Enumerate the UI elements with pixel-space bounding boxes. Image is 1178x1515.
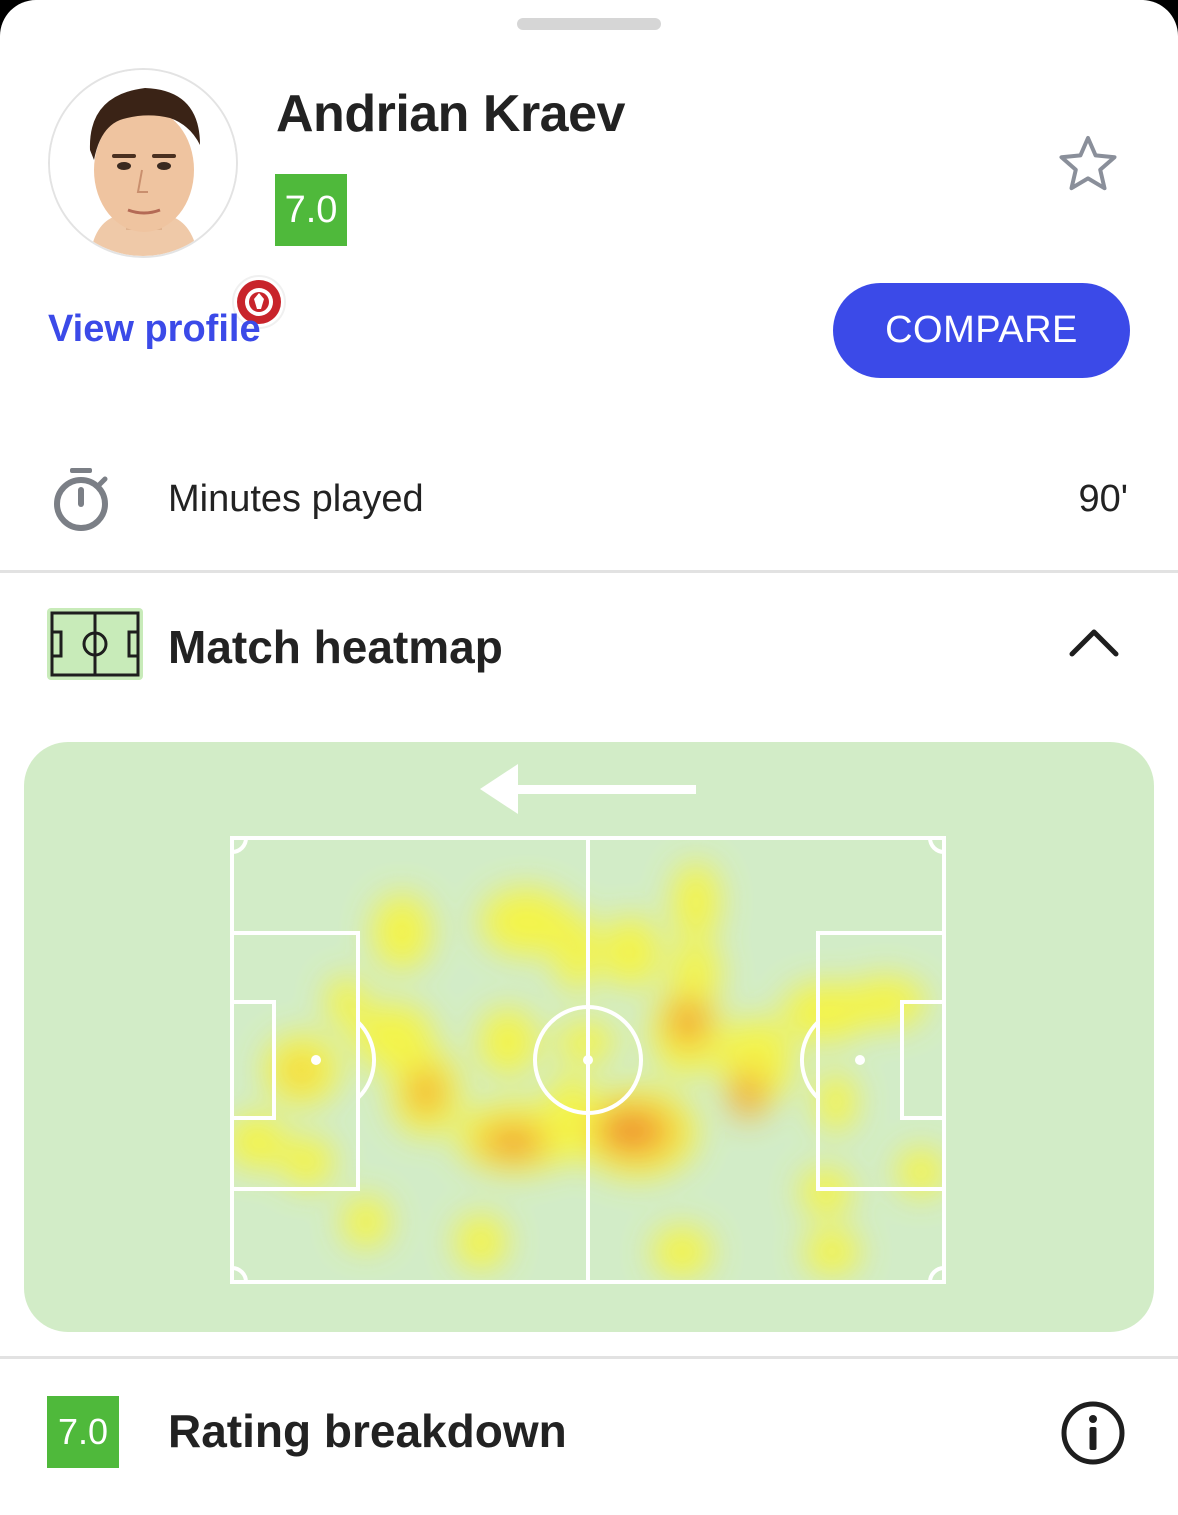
heatmap-pitch: [226, 832, 950, 1288]
chevron-up-icon[interactable]: [1066, 622, 1122, 662]
rating-breakdown-title[interactable]: Rating breakdown: [168, 1404, 567, 1458]
compare-button[interactable]: COMPARE: [833, 283, 1130, 378]
arrow-left-icon: [478, 762, 700, 816]
minutes-played-value: 90': [1078, 478, 1128, 520]
favorite-star-icon[interactable]: [1056, 132, 1120, 196]
player-sheet: Andrian Kraev 7.0 View profile COMPARE M…: [0, 0, 1178, 1515]
player-photo: [50, 70, 236, 256]
player-rating-badge: 7.0: [275, 174, 347, 246]
player-name: Andrian Kraev: [276, 85, 625, 143]
divider: [0, 1356, 1178, 1359]
info-icon[interactable]: [1060, 1400, 1126, 1466]
pitch-icon: [47, 608, 143, 680]
avatar: [48, 68, 286, 329]
heatmap-title: Match heatmap: [168, 621, 503, 673]
stopwatch-icon: [50, 466, 112, 532]
rating-breakdown-badge: 7.0: [47, 1396, 119, 1468]
sheet-grabber[interactable]: [517, 18, 661, 30]
minutes-played-row: Minutes played 90': [0, 440, 1178, 572]
minutes-played-label: Minutes played: [168, 478, 424, 520]
view-profile-link[interactable]: View profile: [48, 308, 261, 351]
divider: [0, 570, 1178, 573]
